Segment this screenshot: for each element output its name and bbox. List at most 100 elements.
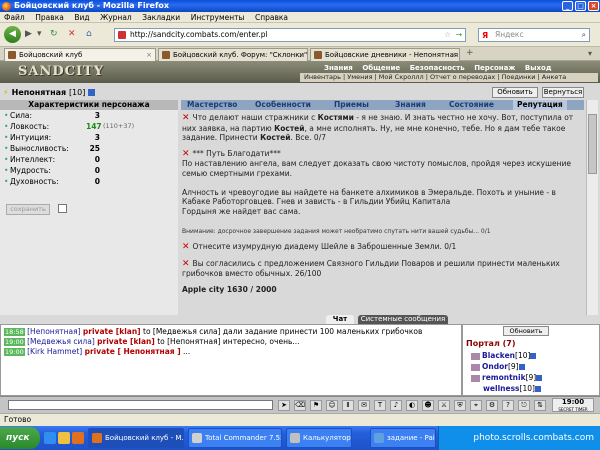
go-arrow-icon[interactable]: → [456,29,462,41]
ie-icon[interactable] [44,432,56,444]
portal-refresh-button[interactable]: Обновить [503,326,549,336]
minimize-icon[interactable]: _ [562,1,573,11]
game-clock: 19:00 SECRET TIMER [552,398,594,412]
address-bar[interactable]: http://sandcity.combats.com/enter.pl ☆ → [114,28,466,42]
topmenu-chat[interactable]: Общение [362,64,400,72]
private-icon[interactable]: ✉ [358,400,370,411]
cancel-quest-icon[interactable]: ✕ [182,113,190,123]
taskbar-item[interactable]: Total Commander 7.55 - ... [188,428,282,448]
stat-row: • Интеллект: 0 [4,155,100,164]
user-entry[interactable]: Blacken[10] [471,351,537,360]
menu-tools[interactable]: Инструменты [187,12,249,23]
quest-warning: Внимание: досрочное завершение задания м… [182,227,491,235]
search-icon[interactable]: ⌕ [582,29,586,41]
colors-icon[interactable]: ◐ [406,400,418,411]
user-entry[interactable]: remontnik[9] [471,373,543,382]
cancel-quest-icon[interactable]: ✕ [182,149,190,159]
history-dropdown-icon[interactable]: ▾ [37,29,42,39]
taskbar-item[interactable]: задание - Paint [370,428,436,448]
scrollbar[interactable] [586,100,598,315]
tab-mastery[interactable]: Мастерство [187,100,237,110]
menu-edit[interactable]: Правка [31,12,68,23]
forward-arrow-icon[interactable]: ▶ [25,29,32,39]
search-input[interactable]: Я Яндекс ⌕ [478,28,590,42]
menu-file[interactable]: Файл [0,12,29,23]
taskbar-item[interactable]: Калькулятор [286,428,352,448]
bookmark-star-icon[interactable]: ☆ [444,29,451,41]
menu-bookmarks[interactable]: Закладки [138,12,184,23]
topmenu-knowledge[interactable]: Знания [324,64,353,72]
sound-icon[interactable]: ♪ [390,400,402,411]
taskbar-item[interactable]: Бойцовский клуб - М... [88,428,184,448]
tab-features[interactable]: Особенности [255,100,311,110]
menu-view[interactable]: Вид [70,12,93,23]
scrollbar-thumb[interactable] [588,114,597,174]
tab-chat[interactable]: Чат [326,315,354,324]
tab-reputation[interactable]: Репутация [513,100,567,110]
user-entry[interactable]: Ondor[9] [471,362,525,371]
friends-icon[interactable]: ☻ [422,400,434,411]
filter-icon[interactable]: ⚑ [310,400,322,411]
info-icon[interactable] [88,89,96,96]
scroll-icon[interactable]: ⇅ [534,400,546,411]
info-icon[interactable] [530,353,537,359]
tab-favicon-icon [162,51,170,59]
send-icon[interactable]: ➤ [278,400,290,411]
chat-log[interactable]: 18:58 [Непонятная] private [klan] to [Ме… [0,324,462,396]
tab-label: Бойцовские дневники - Непонятная [325,51,459,59]
tab-close-icon[interactable]: × [146,49,152,61]
start-button[interactable]: пуск [0,427,40,449]
menu-help[interactable]: Справка [251,12,292,23]
cancel-quest-icon[interactable]: ✕ [182,259,190,269]
tab-label: Бойцовский клуб. Форум: "Склонки" [173,51,308,59]
close-icon[interactable]: × [588,1,599,11]
browser-tab[interactable]: Бойцовские дневники - Непонятная × [310,48,460,61]
info-icon[interactable] [534,386,541,392]
topmenu-security[interactable]: Безопасность [410,64,465,72]
clan-icon [471,374,480,382]
save-checkbox[interactable] [58,204,67,213]
clan-chat-icon[interactable]: ⚔ [438,400,450,411]
topmenu-exit[interactable]: Выход [525,64,552,72]
lightning-icon: ⚡ [3,88,9,97]
back-arrow-icon[interactable]: ◀ [4,26,21,43]
user-entry[interactable]: wellness[10] [483,384,541,393]
map-icon[interactable]: ⌖ [470,400,482,411]
reload-icon[interactable]: ↻ [50,29,58,39]
game-sub-menu[interactable]: Инвентарь | Умения | Мой Скроллл | Отчет… [300,73,598,82]
new-tab-icon[interactable]: + [466,48,474,58]
info-icon[interactable] [518,364,525,370]
settings-icon[interactable]: ⚙ [486,400,498,411]
save-stats-button[interactable]: сохранить [6,204,50,215]
clear-icon[interactable]: ⌫ [294,400,306,411]
pause-icon[interactable]: Ⅱ [342,400,354,411]
tab-system-messages[interactable]: Системные сообщения [358,315,448,324]
menu-history[interactable]: Журнал [96,12,136,23]
shield-icon[interactable]: ⛨ [454,400,466,411]
help-icon[interactable]: ? [502,400,514,411]
translit-icon[interactable]: T [374,400,386,411]
refresh-button[interactable]: Обновить [492,87,538,98]
browser-tab[interactable]: Бойцовский клуб × [4,48,156,61]
smile-icon[interactable]: ☺ [326,400,338,411]
tab-list-icon[interactable]: ▾ [588,49,592,58]
status-bar: Готово [0,413,600,426]
folder-icon[interactable] [58,432,70,444]
exit-icon[interactable]: ⎋ [518,400,530,411]
back-button[interactable]: Вернуться [542,87,584,98]
topmenu-character[interactable]: Персонаж [474,64,515,72]
browser-tab[interactable]: Бойцовский клуб. Форум: "Склонки" × [158,48,308,61]
cancel-quest-icon[interactable]: ✕ [182,242,190,252]
tab-knowledge[interactable]: Знания [395,100,426,110]
maximize-icon[interactable]: □ [575,1,586,11]
tab-close-icon[interactable]: × [298,49,304,61]
stop-icon[interactable]: ✕ [68,29,76,39]
tab-close-icon[interactable]: × [450,49,456,61]
tab-techniques[interactable]: Приемы [334,100,369,110]
home-icon[interactable]: ⌂ [86,29,92,39]
chat-input[interactable] [8,400,273,410]
info-icon[interactable] [536,375,543,381]
tab-state[interactable]: Состояние [449,100,494,110]
windows-taskbar: пуск Бойцовский клуб - М... Total Comman… [0,426,600,450]
firefox-quicklaunch-icon[interactable] [72,432,84,444]
